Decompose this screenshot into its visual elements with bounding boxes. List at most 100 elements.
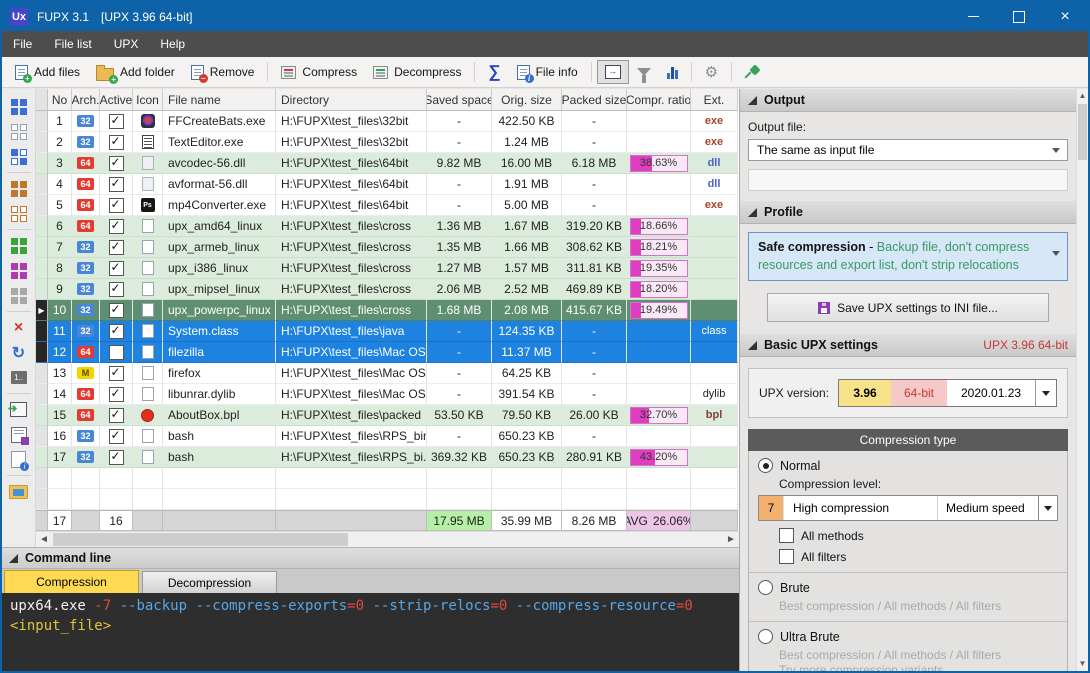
output-file-dropdown[interactable]: The same as input file <box>748 139 1068 161</box>
radio-brute[interactable]: Brute <box>758 580 1058 595</box>
settings-button[interactable]: ⚙ <box>697 58 726 86</box>
select-group-outline-orange-button[interactable] <box>6 201 32 226</box>
select-group-filled-orange-button[interactable] <box>6 176 32 201</box>
table-row[interactable]: 1 32 FFCreateBats.exeH:\FUPX\test_files\32… <box>36 111 739 132</box>
invert-checks-button[interactable] <box>6 144 32 169</box>
table-row[interactable]: 8 32 upx_i386_linuxH:\FUPX\test_files\cros… <box>36 258 739 279</box>
column-header-packed-size[interactable]: Packed size <box>562 89 627 111</box>
column-header-no[interactable]: No <box>48 89 72 111</box>
file-info-button[interactable] <box>6 447 32 472</box>
table-row[interactable]: 14 64 libunrar.dylibH:\FUPX\test_files\Mac… <box>36 384 739 405</box>
active-checkbox[interactable] <box>108 197 124 213</box>
profile-dropdown[interactable]: Safe compression - Backup file, don't co… <box>748 232 1068 281</box>
refresh-button[interactable]: ↻ <box>6 340 32 365</box>
table-row[interactable]: 10 32 upx_powerpc_linuxH:\FUPX\test_files\… <box>36 300 739 321</box>
tab-compression[interactable]: Compression <box>4 570 139 593</box>
menu-help[interactable]: Help <box>149 31 196 57</box>
active-checkbox[interactable] <box>108 155 124 171</box>
tab-decompression[interactable]: Decompression <box>142 571 277 593</box>
vertical-scrollbar[interactable]: ▲ ▼ <box>1076 89 1088 671</box>
scroll-left-icon[interactable]: ◄ <box>36 532 52 547</box>
table-row[interactable]: 2 32 TextEditor.exeH:\FUPX\test_files\32bi… <box>36 132 739 153</box>
scrollbar-thumb[interactable] <box>1078 104 1087 160</box>
active-checkbox[interactable] <box>108 449 124 465</box>
upx-version-dropdown[interactable]: 3.96 64-bit 2020.01.23 <box>838 379 1058 407</box>
filter-button[interactable] <box>629 63 659 83</box>
select-purple-button[interactable] <box>6 258 32 283</box>
table-row[interactable]: 5 64 Ps mp4Converter.exeH:\FUPX\test_files\… <box>36 195 739 216</box>
active-checkbox[interactable] <box>108 365 124 381</box>
auto-column-width-button[interactable]: → <box>596 60 629 84</box>
active-checkbox[interactable] <box>108 134 124 150</box>
profile-section-header[interactable]: Profile <box>740 201 1076 224</box>
table-row[interactable]: 12 64 filezilla H:\FUPX\test_files\Mac OS -1… <box>36 342 739 363</box>
scroll-right-icon[interactable]: ► <box>723 532 739 547</box>
radio-normal[interactable]: Normal <box>758 458 1058 473</box>
delete-button[interactable]: × <box>6 315 32 340</box>
active-checkbox[interactable] <box>108 281 124 297</box>
select-gray-button[interactable] <box>6 283 32 308</box>
column-header-compr-ratio[interactable]: Compr. ratio <box>627 89 691 111</box>
active-checkbox[interactable] <box>108 302 124 318</box>
maximize-button[interactable] <box>996 2 1042 31</box>
scroll-up-icon[interactable]: ▲ <box>1077 89 1088 103</box>
radio-ultra-brute[interactable]: Ultra Brute <box>758 629 1058 644</box>
renumber-button[interactable]: 1.. <box>6 365 32 390</box>
active-checkbox[interactable] <box>108 407 124 423</box>
menu-upx[interactable]: UPX <box>103 31 150 57</box>
minimize-button[interactable] <box>950 2 996 31</box>
add-folder-button[interactable]: + Add folder <box>88 59 183 86</box>
scroll-down-icon[interactable]: ▼ <box>1077 657 1088 671</box>
export-list-button[interactable] <box>6 422 32 447</box>
active-checkbox[interactable] <box>108 176 124 192</box>
table-row[interactable]: 3 64 avcodec-56.dllH:\FUPX\test_files\64bi… <box>36 153 739 174</box>
table-row[interactable]: 15 64 AboutBox.bplH:\FUPX\test_files\packe… <box>36 405 739 426</box>
statistics-button[interactable] <box>659 61 686 84</box>
table-row[interactable]: 4 64 avformat-56.dllH:\FUPX\test_files\64b… <box>36 174 739 195</box>
save-ini-button[interactable]: Save UPX settings to INI file... <box>767 293 1049 322</box>
decompress-button[interactable]: Decompress <box>365 60 469 84</box>
compress-button[interactable]: Compress <box>273 60 365 84</box>
basic-settings-header[interactable]: Basic UPX settings UPX 3.96 64-bit <box>740 334 1076 357</box>
add-files-button[interactable]: + Add files <box>7 60 88 85</box>
command-line-header[interactable]: Command line <box>2 547 739 569</box>
table-row[interactable]: 9 32 upx_mipsel_linuxH:\FUPX\test_files\cr… <box>36 279 739 300</box>
active-checkbox[interactable] <box>108 323 124 339</box>
column-header-saved-space[interactable]: Saved space <box>427 89 492 111</box>
table-row[interactable]: 7 32 upx_armeb_linuxH:\FUPX\test_files\cro… <box>36 237 739 258</box>
menu-file-list[interactable]: File list <box>43 31 102 57</box>
active-checkbox[interactable] <box>108 113 124 129</box>
output-path-input[interactable] <box>748 169 1068 191</box>
active-checkbox[interactable] <box>108 386 124 402</box>
column-header-file-name[interactable]: File name <box>163 89 276 111</box>
column-header-icon[interactable]: Icon <box>133 89 163 111</box>
table-row[interactable]: 6 64 upx_amd64_linuxH:\FUPX\test_files\cro… <box>36 216 739 237</box>
active-checkbox[interactable] <box>108 260 124 276</box>
import-list-button[interactable] <box>6 397 32 422</box>
compression-level-dropdown[interactable]: 7 High compression Medium speed <box>758 495 1058 521</box>
uncheck-all-button[interactable] <box>6 119 32 144</box>
column-header-arch-[interactable]: Arch. <box>72 89 100 111</box>
file-info-button[interactable]: i File info <box>509 60 586 85</box>
pin-button[interactable] <box>737 60 768 85</box>
sum-button[interactable]: ∑ <box>480 57 508 87</box>
menu-file[interactable]: File <box>2 31 43 57</box>
check-all-button[interactable] <box>6 94 32 119</box>
active-checkbox[interactable] <box>108 344 124 360</box>
column-header-directory[interactable]: Directory <box>276 89 427 111</box>
column-header-orig-size[interactable]: Orig. size <box>492 89 562 111</box>
table-row[interactable]: 17 32 bashH:\FUPX\test_files\RPS_bi...369.… <box>36 447 739 468</box>
table-row[interactable]: 1632bashH:\FUPX\test_files\RPS_bin-650.2… <box>36 426 739 447</box>
table-row[interactable]: 13MfirefoxH:\FUPX\test_files\Mac OS-64.2… <box>36 363 739 384</box>
all-methods-checkbox[interactable]: All methods <box>779 528 1058 543</box>
active-checkbox[interactable] <box>108 428 124 444</box>
select-packed-green-button[interactable] <box>6 233 32 258</box>
horizontal-scrollbar[interactable]: ◄ ► <box>36 531 739 547</box>
column-header-active[interactable]: Active <box>100 89 133 111</box>
output-section-header[interactable]: Output <box>740 89 1076 112</box>
column-header-ext-[interactable]: Ext. <box>691 89 738 111</box>
close-button[interactable]: × <box>1042 2 1088 31</box>
table-row[interactable]: 1132System.classH:\FUPX\test_files\java-… <box>36 321 739 342</box>
active-checkbox[interactable] <box>108 218 124 234</box>
remove-button[interactable]: − Remove <box>183 60 263 85</box>
